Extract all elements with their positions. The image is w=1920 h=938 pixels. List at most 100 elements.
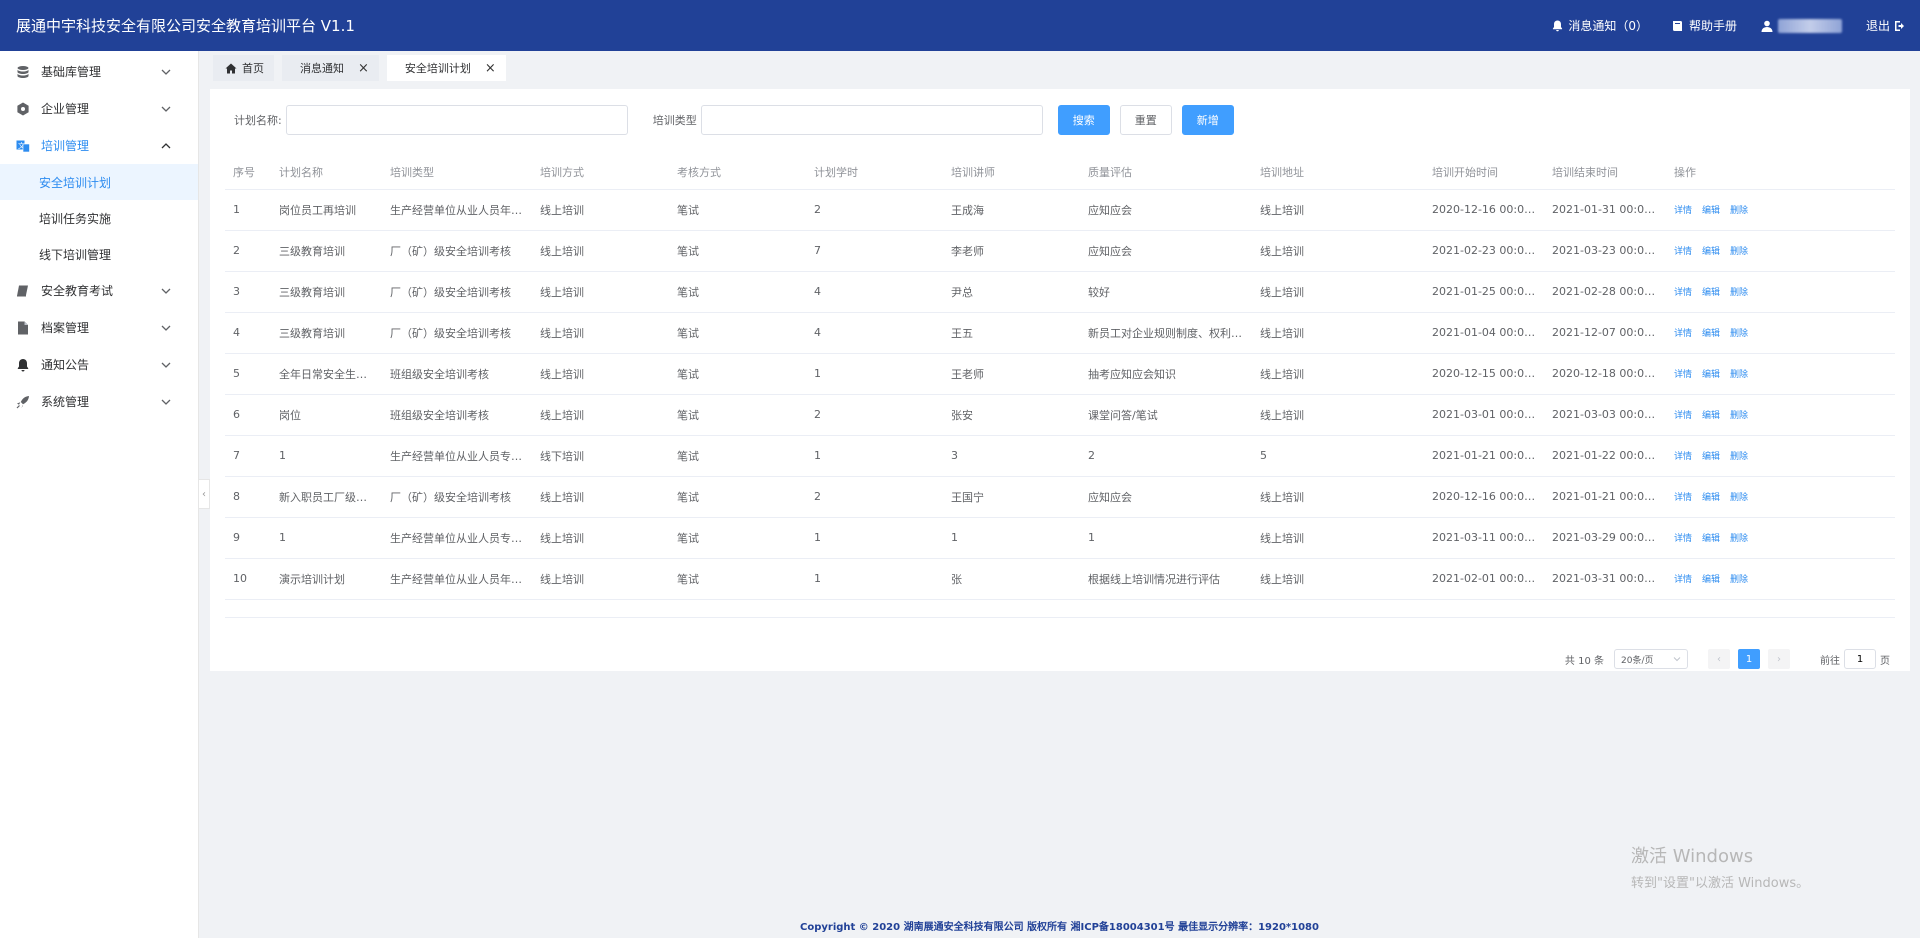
edit-link[interactable]: 编辑 bbox=[1702, 452, 1720, 462]
table-row: 1 岗位员工再培训 生产经营单位从业人员年… 线上培训 笔试 2 王成海 应知应会 线上培训 20… bbox=[225, 189, 1895, 231]
goto-page-input[interactable] bbox=[1844, 649, 1876, 669]
delete-link[interactable]: 删除 bbox=[1730, 247, 1748, 257]
sidebar-subitem-task-implementation[interactable]: 培训任务实施 bbox=[0, 200, 198, 236]
sidebar-item-basic-library[interactable]: 基础库管理 bbox=[0, 53, 198, 90]
page-number-current[interactable]: 1 bbox=[1738, 649, 1760, 669]
edit-link[interactable]: 编辑 bbox=[1702, 288, 1720, 298]
table-cell: 张安 bbox=[943, 394, 1080, 436]
table-cell: 李老师 bbox=[943, 230, 1080, 272]
detail-link[interactable]: 详情 bbox=[1674, 493, 1692, 503]
edit-link[interactable]: 编辑 bbox=[1702, 370, 1720, 380]
row-actions: 详情 编辑 删除 bbox=[1666, 476, 1895, 518]
detail-link[interactable]: 详情 bbox=[1674, 370, 1692, 380]
row-actions: 详情 编辑 删除 bbox=[1666, 312, 1895, 354]
edit-link[interactable]: 编辑 bbox=[1702, 411, 1720, 421]
table-cell: 1 bbox=[1080, 517, 1252, 559]
table-cell: 线上培训 bbox=[1252, 558, 1424, 600]
detail-link[interactable]: 详情 bbox=[1674, 575, 1692, 585]
table-row: 6 岗位 班组级安全培训考核 线上培训 笔试 2 张安 课堂问答/笔试 线上培训 2021-03-… bbox=[225, 394, 1895, 436]
add-button[interactable]: 新增 bbox=[1181, 105, 1234, 135]
reset-button[interactable]: 重置 bbox=[1119, 105, 1172, 135]
search-button[interactable]: 搜索 bbox=[1057, 105, 1110, 135]
edit-link[interactable]: 编辑 bbox=[1702, 329, 1720, 339]
bell-icon bbox=[1553, 20, 1563, 31]
delete-link[interactable]: 删除 bbox=[1730, 370, 1748, 380]
edit-link[interactable]: 编辑 bbox=[1702, 493, 1720, 503]
detail-link[interactable]: 详情 bbox=[1674, 206, 1692, 216]
table-cell: 应知应会 bbox=[1080, 230, 1252, 272]
detail-link[interactable]: 详情 bbox=[1674, 288, 1692, 298]
sidebar-item-enterprise[interactable]: 企业管理 bbox=[0, 90, 198, 127]
detail-link[interactable]: 详情 bbox=[1674, 452, 1692, 462]
delete-link[interactable]: 删除 bbox=[1730, 329, 1748, 339]
delete-link[interactable]: 删除 bbox=[1730, 206, 1748, 216]
table-cell: 7 bbox=[225, 435, 271, 477]
close-icon[interactable]: × bbox=[485, 61, 496, 76]
tab-bar: 首页 消息通知 × 安全培训计划 × bbox=[213, 55, 514, 81]
sidebar-collapse-handle[interactable]: ‹ bbox=[199, 479, 210, 509]
table-cell: 1 bbox=[271, 435, 382, 477]
delete-link[interactable]: 删除 bbox=[1730, 534, 1748, 544]
table-divider bbox=[225, 617, 1895, 618]
edit-link[interactable]: 编辑 bbox=[1702, 534, 1720, 544]
table-cell: 2021-03-01 00:00:00 bbox=[1424, 394, 1544, 436]
edit-link[interactable]: 编辑 bbox=[1702, 575, 1720, 585]
home-icon bbox=[225, 63, 237, 73]
delete-link[interactable]: 删除 bbox=[1730, 288, 1748, 298]
delete-link[interactable]: 删除 bbox=[1730, 575, 1748, 585]
sidebar-subitem-offline-training[interactable]: 线下培训管理 bbox=[0, 236, 198, 272]
table-cell: 线上培训 bbox=[532, 271, 669, 313]
table-cell: 班组级安全培训考核 bbox=[382, 353, 532, 395]
detail-link[interactable]: 详情 bbox=[1674, 247, 1692, 257]
book-icon bbox=[1672, 20, 1682, 31]
document-icon bbox=[15, 320, 31, 336]
sidebar-item-system[interactable]: 系统管理 bbox=[0, 383, 198, 420]
delete-link[interactable]: 删除 bbox=[1730, 493, 1748, 503]
table-cell: 3 bbox=[225, 271, 271, 313]
plan-name-input[interactable] bbox=[285, 105, 628, 135]
column-header: 培训地址 bbox=[1252, 155, 1424, 190]
table-cell: 2 bbox=[806, 394, 943, 436]
table-row: 3 三级教育培训 厂（矿）级安全培训考核 线上培训 笔试 4 尹总 较好 线上培训 2021-01… bbox=[225, 271, 1895, 313]
pagination: 共 10 条 20条/页 ‹ 1 › 前往 页 bbox=[1565, 649, 1890, 669]
table-cell: 厂（矿）级安全培训考核 bbox=[382, 312, 532, 354]
sidebar-item-safety-exam[interactable]: 安全教育考试 bbox=[0, 272, 198, 309]
table-cell: 8 bbox=[225, 476, 271, 518]
sidebar-item-notice[interactable]: 通知公告 bbox=[0, 346, 198, 383]
next-page-button[interactable]: › bbox=[1768, 649, 1790, 669]
table-cell: 2021-01-31 00:00:00 bbox=[1544, 189, 1666, 231]
sidebar-subitem-safety-plan[interactable]: 安全培训计划 bbox=[0, 164, 198, 200]
sidebar-label: 培训管理 bbox=[41, 139, 90, 153]
delete-link[interactable]: 删除 bbox=[1730, 452, 1748, 462]
edit-link[interactable]: 编辑 bbox=[1702, 206, 1720, 216]
table-cell: 2021-01-21 00:00:00 bbox=[1544, 476, 1666, 518]
table-cell: 4 bbox=[806, 312, 943, 354]
detail-link[interactable]: 详情 bbox=[1674, 329, 1692, 339]
table-cell: 生产经营单位从业人员专… bbox=[382, 517, 532, 559]
tab-home[interactable]: 首页 bbox=[213, 55, 274, 81]
training-type-input[interactable] bbox=[700, 105, 1043, 135]
detail-link[interactable]: 详情 bbox=[1674, 534, 1692, 544]
logout-button[interactable]: 退出 bbox=[1866, 17, 1906, 34]
delete-link[interactable]: 删除 bbox=[1730, 411, 1748, 421]
sidebar-item-training[interactable]: 文 培训管理 bbox=[0, 127, 198, 164]
table-cell: 线上培训 bbox=[532, 558, 669, 600]
edit-link[interactable]: 编辑 bbox=[1702, 247, 1720, 257]
training-type-label: 培训类型 bbox=[652, 114, 697, 127]
detail-link[interactable]: 详情 bbox=[1674, 411, 1692, 421]
user-menu[interactable] bbox=[1761, 18, 1842, 33]
chevron-down-icon bbox=[161, 106, 171, 112]
page-size-select[interactable]: 20条/页 bbox=[1614, 649, 1688, 669]
notification-link[interactable]: 消息通知（0） bbox=[1552, 17, 1648, 34]
table-row: 2 三级教育培训 厂（矿）级安全培训考核 线上培训 笔试 7 李老师 应知应会 线上培训 2021… bbox=[225, 230, 1895, 272]
sidebar-item-archives[interactable]: 档案管理 bbox=[0, 309, 198, 346]
table-cell: 王五 bbox=[943, 312, 1080, 354]
help-manual-link[interactable]: 帮助手册 bbox=[1672, 17, 1737, 34]
tab-safety-plan[interactable]: 安全培训计划 × bbox=[386, 55, 506, 81]
chevron-down-icon bbox=[1673, 657, 1681, 662]
prev-page-button[interactable]: ‹ bbox=[1708, 649, 1730, 669]
tab-messages[interactable]: 消息通知 × bbox=[282, 55, 379, 81]
table-cell: 5 bbox=[1252, 435, 1424, 477]
table-cell: 线上培训 bbox=[1252, 517, 1424, 559]
close-icon[interactable]: × bbox=[358, 61, 369, 76]
